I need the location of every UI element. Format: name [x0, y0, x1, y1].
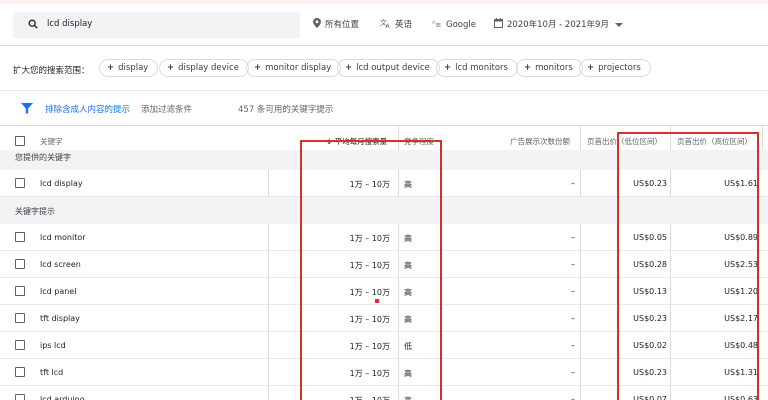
row-checkbox[interactable] — [15, 178, 25, 188]
location-pin-icon — [313, 18, 321, 28]
search-icon — [28, 19, 38, 29]
add-icon: + — [167, 63, 175, 73]
add-icon: + — [524, 63, 532, 73]
select-all-checkbox[interactable] — [15, 136, 25, 146]
add-filter-button[interactable]: 添加过滤条件 — [141, 103, 192, 115]
impression-share-cell: – — [571, 287, 575, 296]
translate-icon: 文A — [380, 18, 391, 30]
annotation-box-bids — [617, 132, 759, 400]
search-toolbar: lcd display 所有位置 文 A 英语 ᴬ ≡ Google 2020年10月 … — [0, 6, 768, 44]
keyword-cell: lcd arduino — [40, 395, 85, 400]
divider — [0, 45, 768, 46]
group-label: 您提供的关键字 — [15, 153, 71, 162]
svg-text:≡: ≡ — [436, 21, 442, 28]
suggestion-chip[interactable]: + monitor display — [246, 59, 342, 77]
suggestion-chip[interactable]: + projectors — [579, 59, 651, 77]
annotation-marker — [375, 299, 379, 303]
location-filter[interactable]: 所有位置 — [313, 18, 359, 30]
chip-label: monitors — [535, 63, 573, 73]
column-separator — [268, 170, 269, 197]
broaden-search-label: 扩大您的搜索范围： — [13, 66, 90, 76]
language-label: 英语 — [395, 20, 413, 30]
svg-text:A: A — [386, 23, 391, 28]
chip-label: monitor display — [265, 63, 332, 73]
suggestion-chip[interactable]: + display device — [159, 59, 249, 77]
network-filter[interactable]: ᴬ ≡ Google — [432, 18, 476, 30]
add-icon: + — [587, 63, 595, 73]
row-checkbox[interactable] — [15, 286, 25, 296]
column-separator — [580, 170, 581, 197]
chip-label: lcd monitors — [455, 63, 508, 73]
date-range-filter[interactable]: 2020年10月 - 2021年9月 — [494, 18, 609, 30]
chip-label: projectors — [598, 63, 641, 73]
impression-share-cell: – — [571, 179, 575, 188]
search-query: lcd display — [47, 19, 93, 29]
impression-share-cell: – — [571, 314, 575, 323]
keyword-cell: lcd screen — [40, 260, 81, 269]
impression-share-cell: – — [571, 368, 575, 377]
group-label: 关键字提示 — [15, 207, 55, 216]
chip-label: display — [118, 63, 149, 73]
row-checkbox[interactable] — [15, 394, 25, 400]
exclude-adult-filter[interactable]: 排除含成人内容的提示 — [45, 103, 130, 115]
row-checkbox[interactable] — [15, 313, 25, 323]
keyword-cell: lcd display — [40, 179, 83, 188]
keyword-cell: ips lcd — [40, 341, 66, 350]
impression-share-cell: – — [571, 233, 575, 242]
keyword-search-input[interactable]: lcd display — [13, 12, 300, 38]
divider — [0, 90, 768, 91]
keyword-cell: lcd monitor — [40, 233, 86, 242]
impression-share-cell: – — [571, 260, 575, 269]
suggestion-chip[interactable]: + lcd output device — [337, 59, 440, 77]
top-strip — [0, 0, 768, 4]
suggestion-chip[interactable]: + display — [99, 59, 159, 77]
network-label: Google — [446, 20, 476, 30]
calendar-icon — [494, 18, 503, 28]
impression-share-cell: – — [571, 395, 575, 400]
add-icon: + — [107, 63, 115, 73]
impression-share-cell: – — [571, 341, 575, 350]
column-header-impression-share[interactable]: 广告展示次数份额 — [510, 136, 570, 147]
keyword-cell: lcd panel — [40, 287, 77, 296]
column-separator — [580, 224, 581, 400]
column-separator — [268, 224, 269, 400]
keyword-cell: tft lcd — [40, 368, 64, 377]
location-label: 所有位置 — [325, 20, 360, 30]
suggestion-chip[interactable]: + monitors — [516, 59, 583, 77]
date-range-label: 2020年10月 - 2021年9月 — [507, 20, 609, 30]
column-header-keyword[interactable]: 关键字 — [40, 136, 63, 147]
row-checkbox[interactable] — [15, 340, 25, 350]
filter-icon[interactable] — [21, 102, 33, 114]
add-icon: + — [254, 63, 262, 73]
chip-label: lcd output device — [356, 63, 430, 73]
annotation-box-volume — [300, 140, 442, 400]
add-icon: + — [345, 63, 353, 73]
keyword-cell: tft display — [40, 314, 80, 323]
network-icon: ᴬ ≡ — [432, 19, 442, 29]
row-checkbox[interactable] — [15, 367, 25, 377]
row-checkbox[interactable] — [15, 232, 25, 242]
suggestion-chip[interactable]: + lcd monitors — [436, 59, 518, 77]
chip-label: display device — [178, 63, 239, 73]
available-count: 457 条可用的关键字提示 — [238, 105, 334, 115]
language-filter[interactable]: 文 A 英语 — [380, 18, 412, 30]
add-icon: + — [444, 63, 452, 73]
chevron-down-icon[interactable] — [615, 23, 623, 27]
row-checkbox[interactable] — [15, 259, 25, 269]
